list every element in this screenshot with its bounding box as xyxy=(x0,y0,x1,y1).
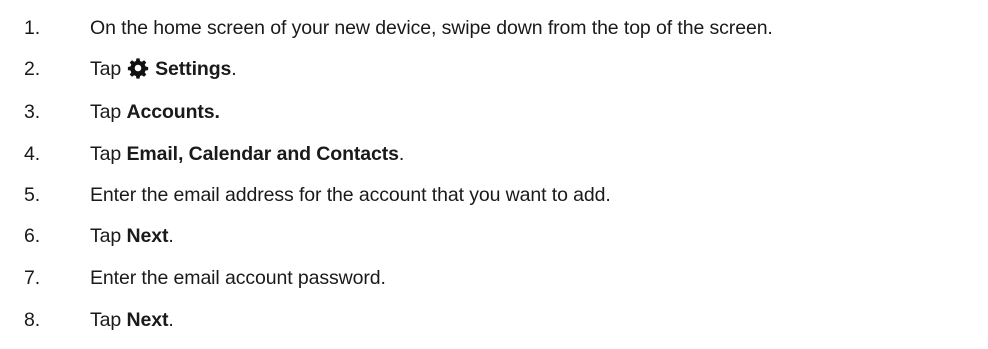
step-number: 5. xyxy=(24,184,41,206)
step-3: 3. Tap Accounts. xyxy=(0,92,988,132)
step-1: 1. On the home screen of your new device… xyxy=(0,8,988,48)
step-bold-term: Email, Calendar and Contacts xyxy=(126,143,399,165)
step-7: 7. Enter the email account password. xyxy=(0,258,988,298)
step-bold-term: Settings xyxy=(155,58,232,80)
step-prefix: Tap xyxy=(90,101,127,123)
step-bold-term: Accounts. xyxy=(126,101,220,123)
step-suffix: . xyxy=(231,58,237,80)
step-suffix: . xyxy=(398,143,405,165)
step-number: 8. xyxy=(24,309,41,331)
step-bold-term: Next xyxy=(126,225,169,247)
step-6: 6. Tap Next. xyxy=(0,216,988,256)
step-text: Tap Email, Calendar and Contacts. xyxy=(90,134,404,174)
step-prefix: Tap xyxy=(90,309,127,331)
step-text: Enter the email account password. xyxy=(90,267,386,289)
step-bold-term: Next xyxy=(126,309,169,331)
step-text: Enter the email address for the account … xyxy=(90,184,611,206)
step-2: 2. Tap Settings. xyxy=(0,49,988,89)
step-number: 7. xyxy=(24,267,41,289)
step-prefix: Tap xyxy=(90,143,127,165)
step-suffix: . xyxy=(168,309,174,331)
step-5: 5. Enter the email address for the accou… xyxy=(0,175,988,215)
instruction-steps-list: 1. On the home screen of your new device… xyxy=(0,0,988,349)
step-number: 3. xyxy=(24,101,41,123)
step-prefix: Tap xyxy=(90,58,122,80)
gear-icon xyxy=(127,57,149,79)
step-number: 6. xyxy=(24,225,41,247)
step-text: Tap Next. xyxy=(90,300,174,340)
step-4: 4. Tap Email, Calendar and Contacts. xyxy=(0,134,988,174)
step-prefix: Tap xyxy=(90,225,127,247)
step-text: Tap Accounts. xyxy=(90,92,220,132)
step-text: On the home screen of your new device, s… xyxy=(90,17,773,39)
step-number: 2. xyxy=(24,58,41,80)
step-text: Tap Next. xyxy=(90,216,174,256)
step-text: Tap Settings. xyxy=(90,49,237,89)
step-suffix: . xyxy=(168,225,174,247)
step-8: 8. Tap Next. xyxy=(0,300,988,340)
step-number: 4. xyxy=(24,143,41,165)
step-number: 1. xyxy=(24,17,41,39)
